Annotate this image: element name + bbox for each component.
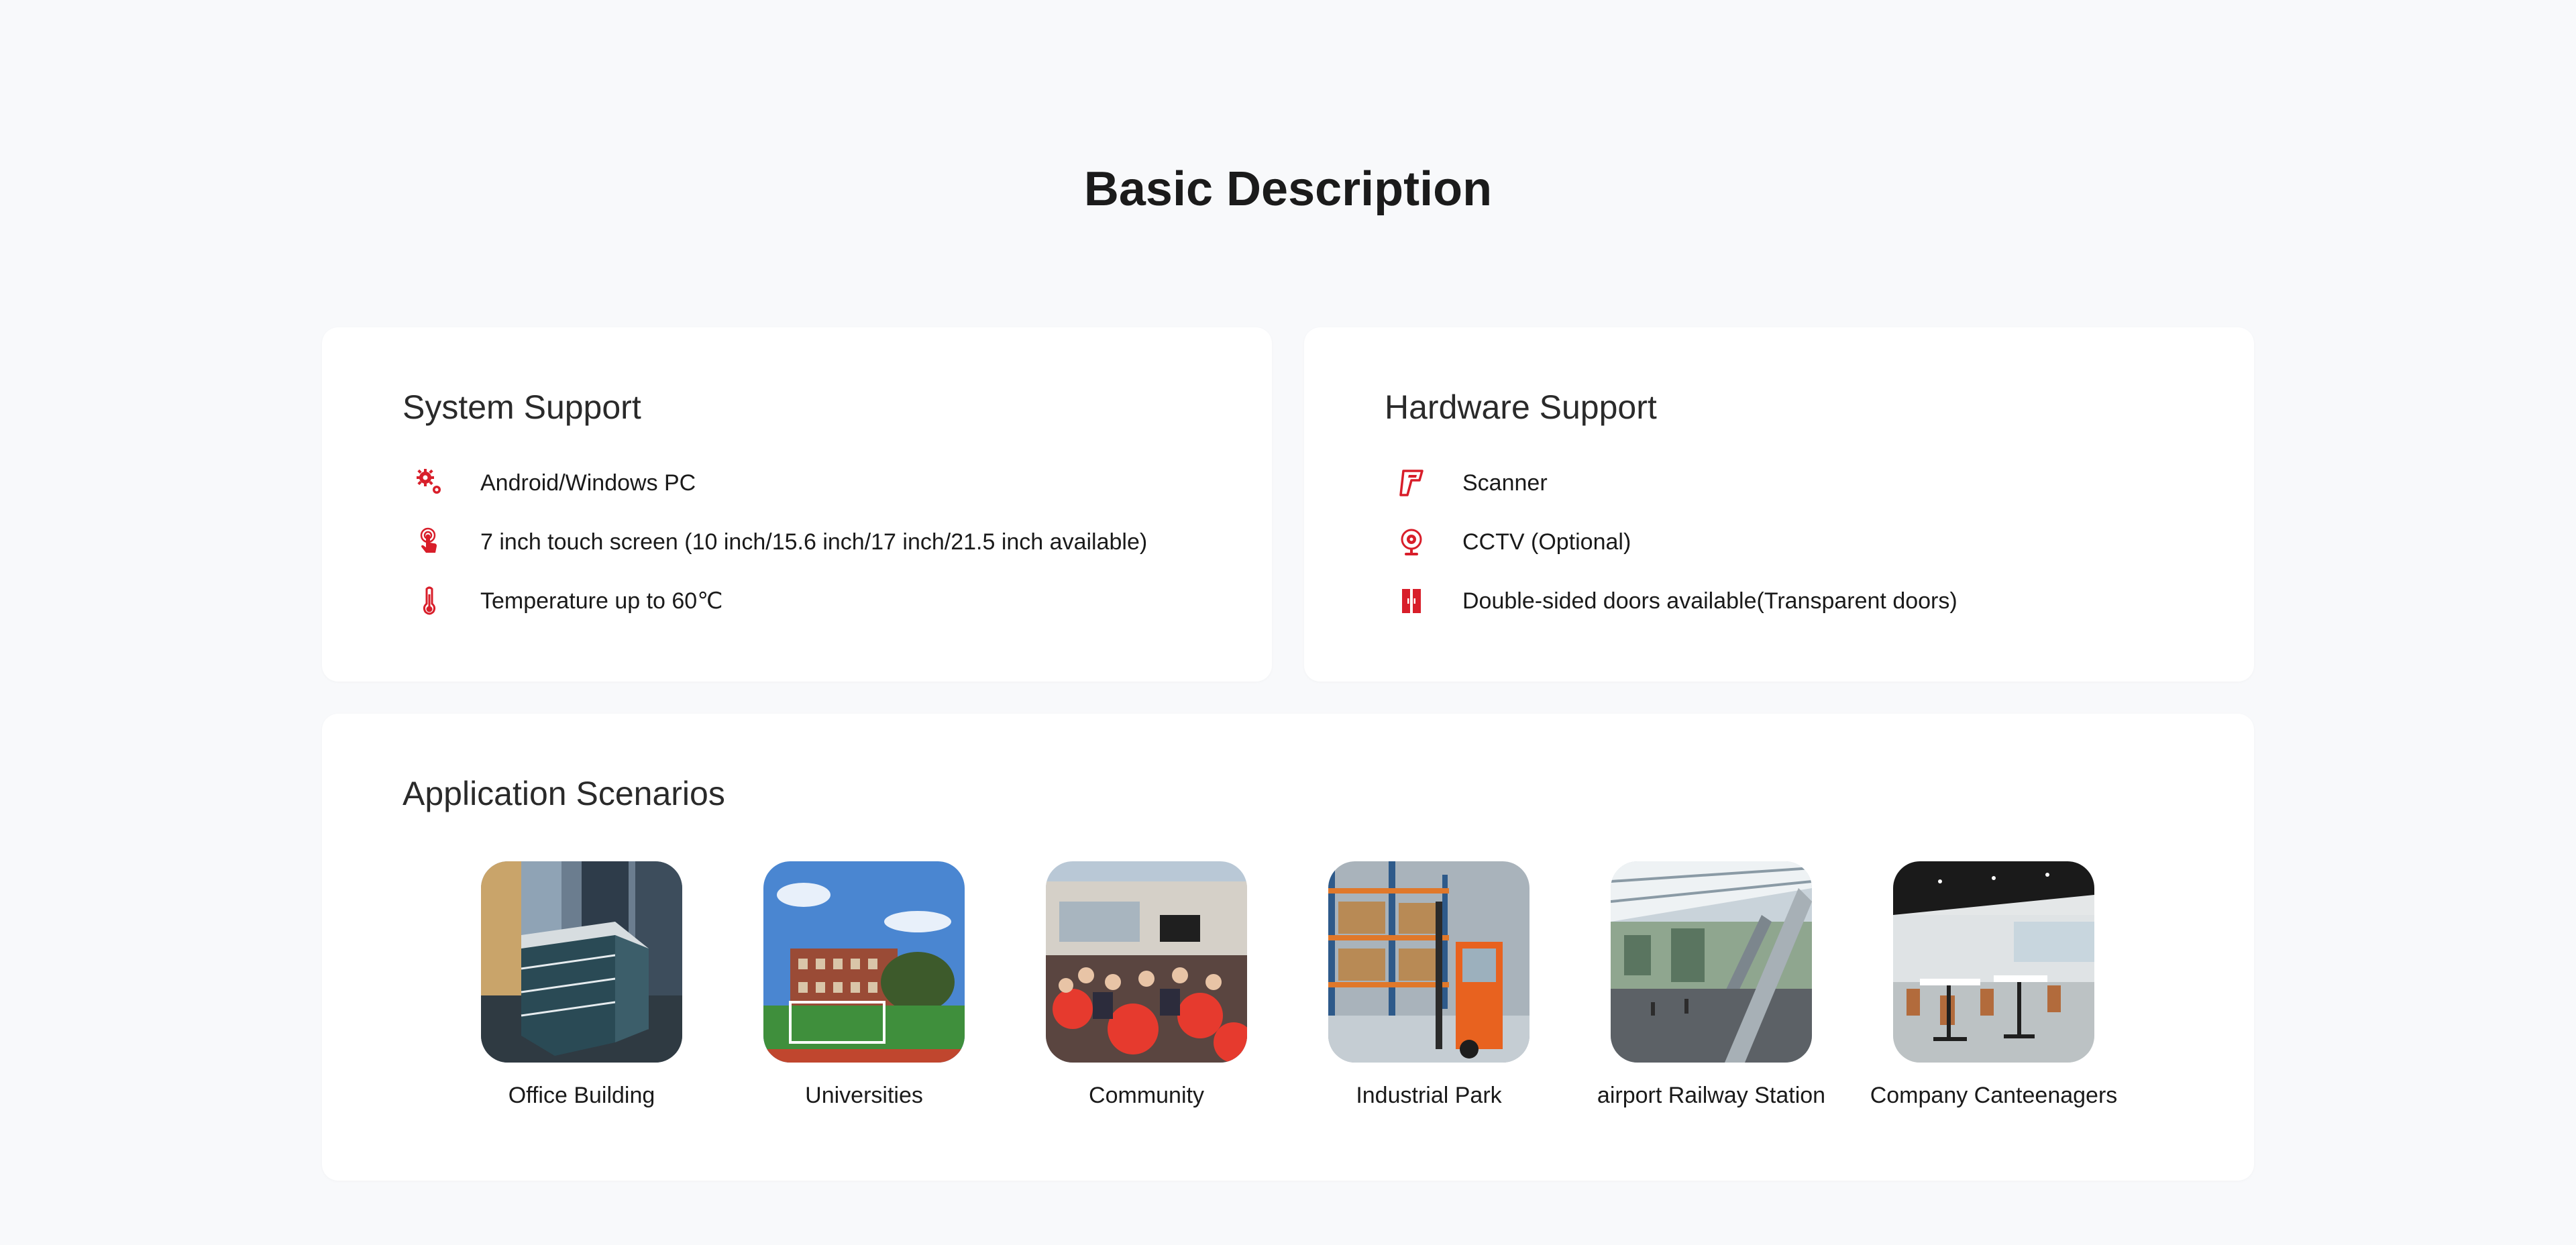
scenario-industrial-park[interactable]: Industrial Park	[1288, 861, 1570, 1109]
double-door-icon	[1393, 582, 1430, 620]
office-building-photo	[481, 861, 682, 1063]
feature-item-os: Android/Windows PC	[411, 453, 1147, 512]
scenario-office-building[interactable]: Office Building	[441, 861, 722, 1109]
application-scenarios-title: Application Scenarios	[402, 775, 725, 812]
community-photo	[1046, 861, 1247, 1063]
page-title: Basic Description	[1083, 162, 1493, 216]
application-scenarios-card: Application Scenarios Office Building Un…	[322, 714, 2254, 1181]
hardware-support-title: Hardware Support	[1385, 388, 1657, 426]
feature-item-cctv: CCTV (Optional)	[1393, 512, 1957, 572]
industrial-park-photo	[1328, 861, 1529, 1063]
feature-text: Double-sided doors available(Transparent…	[1462, 588, 1957, 614]
scenario-label: Company Canteenagers	[1870, 1083, 2118, 1108]
feature-item-scanner: Scanner	[1393, 453, 1957, 512]
scenario-label: Universities	[805, 1083, 923, 1108]
scenario-label: Office Building	[508, 1083, 655, 1108]
scenario-universities[interactable]: Universities	[723, 861, 1005, 1109]
system-support-title: System Support	[402, 388, 641, 426]
airport-station-photo	[1611, 861, 1812, 1063]
feature-text: Android/Windows PC	[480, 470, 696, 496]
hardware-support-list: Scanner CCTV (Optional) Double-sided doo…	[1393, 453, 1957, 631]
scenario-label: Industrial Park	[1356, 1083, 1502, 1108]
scenario-grid: Office Building Universities Community I…	[322, 861, 2254, 1143]
feature-item-temperature: Temperature up to 60℃	[411, 572, 1147, 631]
touch-icon	[411, 523, 448, 561]
hardware-support-card: Hardware Support Scanner CCTV (Optional)…	[1304, 327, 2254, 682]
feature-text: Temperature up to 60℃	[480, 588, 723, 614]
feature-item-touchscreen: 7 inch touch screen (10 inch/15.6 inch/1…	[411, 512, 1147, 572]
system-support-list: Android/Windows PC 7 inch touch screen (…	[411, 453, 1147, 631]
scenario-canteen[interactable]: Company Canteenagers	[1853, 861, 2135, 1109]
canteen-photo	[1893, 861, 2094, 1063]
scenario-community[interactable]: Community	[1006, 861, 1287, 1109]
scenario-label: airport Railway Station	[1597, 1083, 1826, 1108]
scenario-label: Community	[1089, 1083, 1204, 1108]
scanner-icon	[1393, 464, 1430, 502]
university-photo	[763, 861, 965, 1063]
feature-item-doors: Double-sided doors available(Transparent…	[1393, 572, 1957, 631]
feature-text: Scanner	[1462, 470, 1548, 496]
feature-text: 7 inch touch screen (10 inch/15.6 inch/1…	[480, 529, 1148, 555]
scenario-airport-station[interactable]: airport Railway Station	[1570, 861, 1852, 1109]
feature-text: CCTV (Optional)	[1462, 529, 1631, 555]
cctv-camera-icon	[1393, 523, 1430, 561]
gears-icon	[411, 464, 448, 502]
system-support-card: System Support Android/Windows PC 7 inch…	[322, 327, 1272, 682]
thermometer-icon	[411, 582, 448, 620]
